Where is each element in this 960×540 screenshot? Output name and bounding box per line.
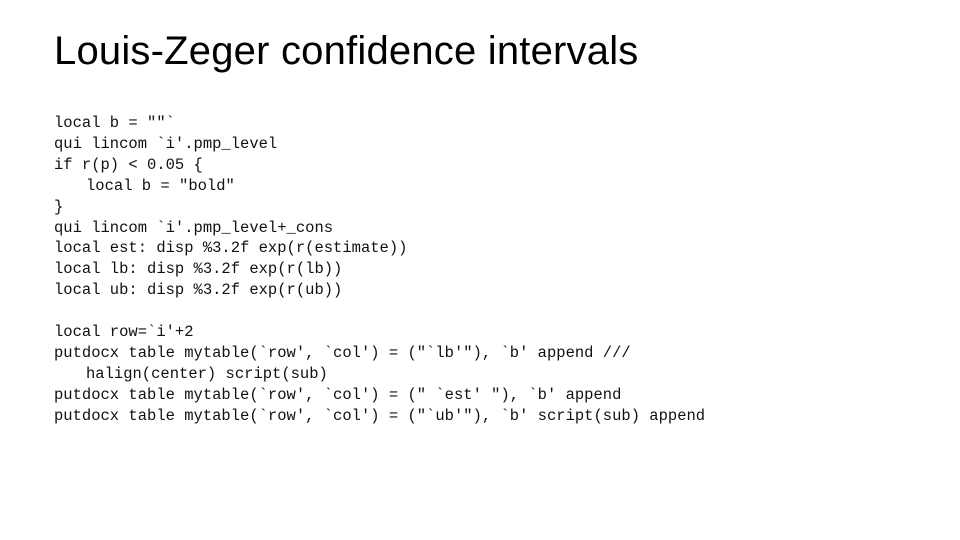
code-line: } (54, 198, 63, 216)
code-line: qui lincom `i'.pmp_level (54, 135, 277, 153)
slide-title: Louis-Zeger confidence intervals (54, 28, 912, 74)
code-line: putdocx table mytable(`row', `col') = ("… (54, 344, 631, 362)
code-line: local lb: disp %3.2f exp(r(lb)) (54, 260, 342, 278)
code-line: local b = "bold" (54, 176, 912, 197)
code-line: local b = ""` (54, 114, 175, 132)
code-line: local ub: disp %3.2f exp(r(ub)) (54, 281, 342, 299)
code-line: local est: disp %3.2f exp(r(estimate)) (54, 239, 407, 257)
code-line: putdocx table mytable(`row', `col') = ("… (54, 386, 621, 404)
code-line: putdocx table mytable(`row', `col') = ("… (54, 407, 705, 425)
code-block: local b = ""` qui lincom `i'.pmp_level i… (54, 92, 912, 448)
code-line: if r(p) < 0.05 { (54, 156, 203, 174)
slide: Louis-Zeger confidence intervals local b… (0, 0, 960, 540)
code-line: qui lincom `i'.pmp_level+_cons (54, 219, 333, 237)
code-line: halign(center) script(sub) (54, 364, 912, 385)
code-line: local row=`i'+2 (54, 323, 194, 341)
